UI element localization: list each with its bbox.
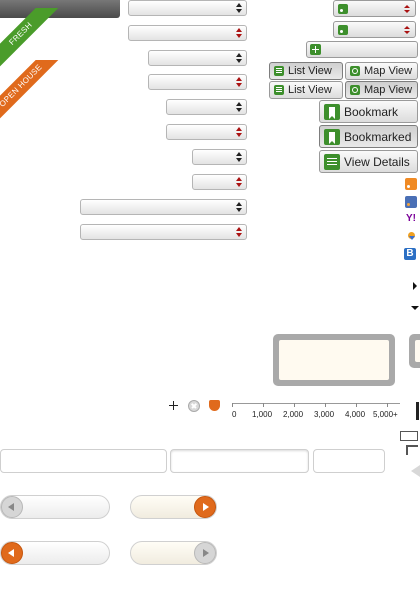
plus-icon <box>310 44 321 55</box>
dropdown-arrow-icon <box>404 5 410 13</box>
scale-label: 3,000 <box>314 410 335 419</box>
select-dropdown-error[interactable] <box>148 74 247 90</box>
fullscreen-icon[interactable] <box>400 431 418 441</box>
rss-blue-icon[interactable] <box>405 196 417 208</box>
scale-label: 0 <box>232 410 237 419</box>
map-pin-icon <box>350 66 360 76</box>
map-view-label: Map View <box>364 65 413 77</box>
select-dropdown-error[interactable] <box>166 124 247 140</box>
scale-end-marker <box>416 402 419 420</box>
yahoo-icon[interactable]: Y! <box>405 213 417 225</box>
select-dropdown-error[interactable] <box>192 174 247 190</box>
scale-label: 2,000 <box>283 410 304 419</box>
list-view-button[interactable]: List View <box>269 81 343 99</box>
pager-control[interactable] <box>130 495 217 519</box>
scale-label: 4,000 <box>345 410 366 419</box>
pager-control[interactable] <box>0 495 110 519</box>
text-input-focused[interactable] <box>170 449 309 473</box>
callout-box-partial <box>409 334 420 368</box>
select-dropdown[interactable] <box>166 99 247 115</box>
slider-handle-icon[interactable] <box>209 400 220 411</box>
pager-control[interactable] <box>130 541 217 565</box>
open-house-ribbon: OPEN HOUSE <box>0 60 60 120</box>
select-dropdown[interactable] <box>192 149 247 165</box>
previous-icon[interactable] <box>1 496 23 518</box>
view-details-label: View Details <box>344 155 410 169</box>
next-icon[interactable] <box>194 542 216 564</box>
list-icon <box>274 66 284 76</box>
list-view-label: List View <box>288 84 332 96</box>
next-icon[interactable] <box>194 496 216 518</box>
bookmarked-button[interactable]: Bookmarked <box>319 125 418 148</box>
list-view-button[interactable]: List View <box>269 62 343 80</box>
bookmarked-label: Bookmarked <box>344 130 412 144</box>
rss-feed-dropdown-button[interactable] <box>333 21 416 38</box>
select-dropdown-wide-error[interactable] <box>80 224 247 240</box>
scale-label: 5,000+ <box>373 410 398 419</box>
select-dropdown-wide[interactable] <box>80 199 247 215</box>
dropdown-arrow-icon <box>404 26 410 34</box>
rss-feed-dropdown-button[interactable] <box>333 0 416 17</box>
layout-icon[interactable] <box>406 445 418 455</box>
bookmark-label: Bookmark <box>344 105 399 119</box>
fresh-ribbon-label: FRESH <box>0 8 59 68</box>
bookmark-button[interactable]: Bookmark <box>319 100 418 123</box>
select-dropdown[interactable] <box>128 0 247 16</box>
pager-control[interactable] <box>0 541 110 565</box>
bookmark-icon <box>324 104 340 120</box>
rss-icon <box>338 25 348 35</box>
list-view-label: List View <box>288 65 332 77</box>
blogger-icon[interactable]: B <box>404 248 416 260</box>
price-scale: 0 1,000 2,000 3,000 4,000 5,000+ <box>228 400 404 424</box>
text-input-small[interactable] <box>313 449 385 473</box>
collapse-arrow-icon[interactable] <box>411 306 419 310</box>
open-house-ribbon-label: OPEN HOUSE <box>0 60 59 120</box>
list-icon <box>274 85 284 95</box>
map-view-label: Map View <box>364 84 413 96</box>
expand-arrow-icon[interactable] <box>413 282 417 290</box>
callout-box <box>273 334 395 386</box>
view-details-button[interactable]: View Details <box>319 150 418 173</box>
add-button[interactable] <box>306 41 418 58</box>
details-icon <box>324 154 340 170</box>
scale-label: 1,000 <box>252 410 273 419</box>
text-input[interactable] <box>0 449 167 473</box>
select-dropdown[interactable] <box>148 50 247 66</box>
rss-icon[interactable] <box>405 178 417 190</box>
map-view-button[interactable]: Map View <box>345 62 418 80</box>
previous-icon[interactable] <box>1 542 23 564</box>
download-icon[interactable] <box>405 230 417 242</box>
map-pin-icon <box>350 85 360 95</box>
select-dropdown-error[interactable] <box>128 25 247 41</box>
pointer-arrow-icon <box>411 465 420 477</box>
rss-icon <box>338 4 348 14</box>
fresh-ribbon: FRESH <box>0 8 60 68</box>
clear-icon[interactable] <box>188 400 200 412</box>
map-view-button[interactable]: Map View <box>345 81 418 99</box>
move-icon[interactable] <box>169 401 178 410</box>
bookmark-icon <box>324 129 340 145</box>
